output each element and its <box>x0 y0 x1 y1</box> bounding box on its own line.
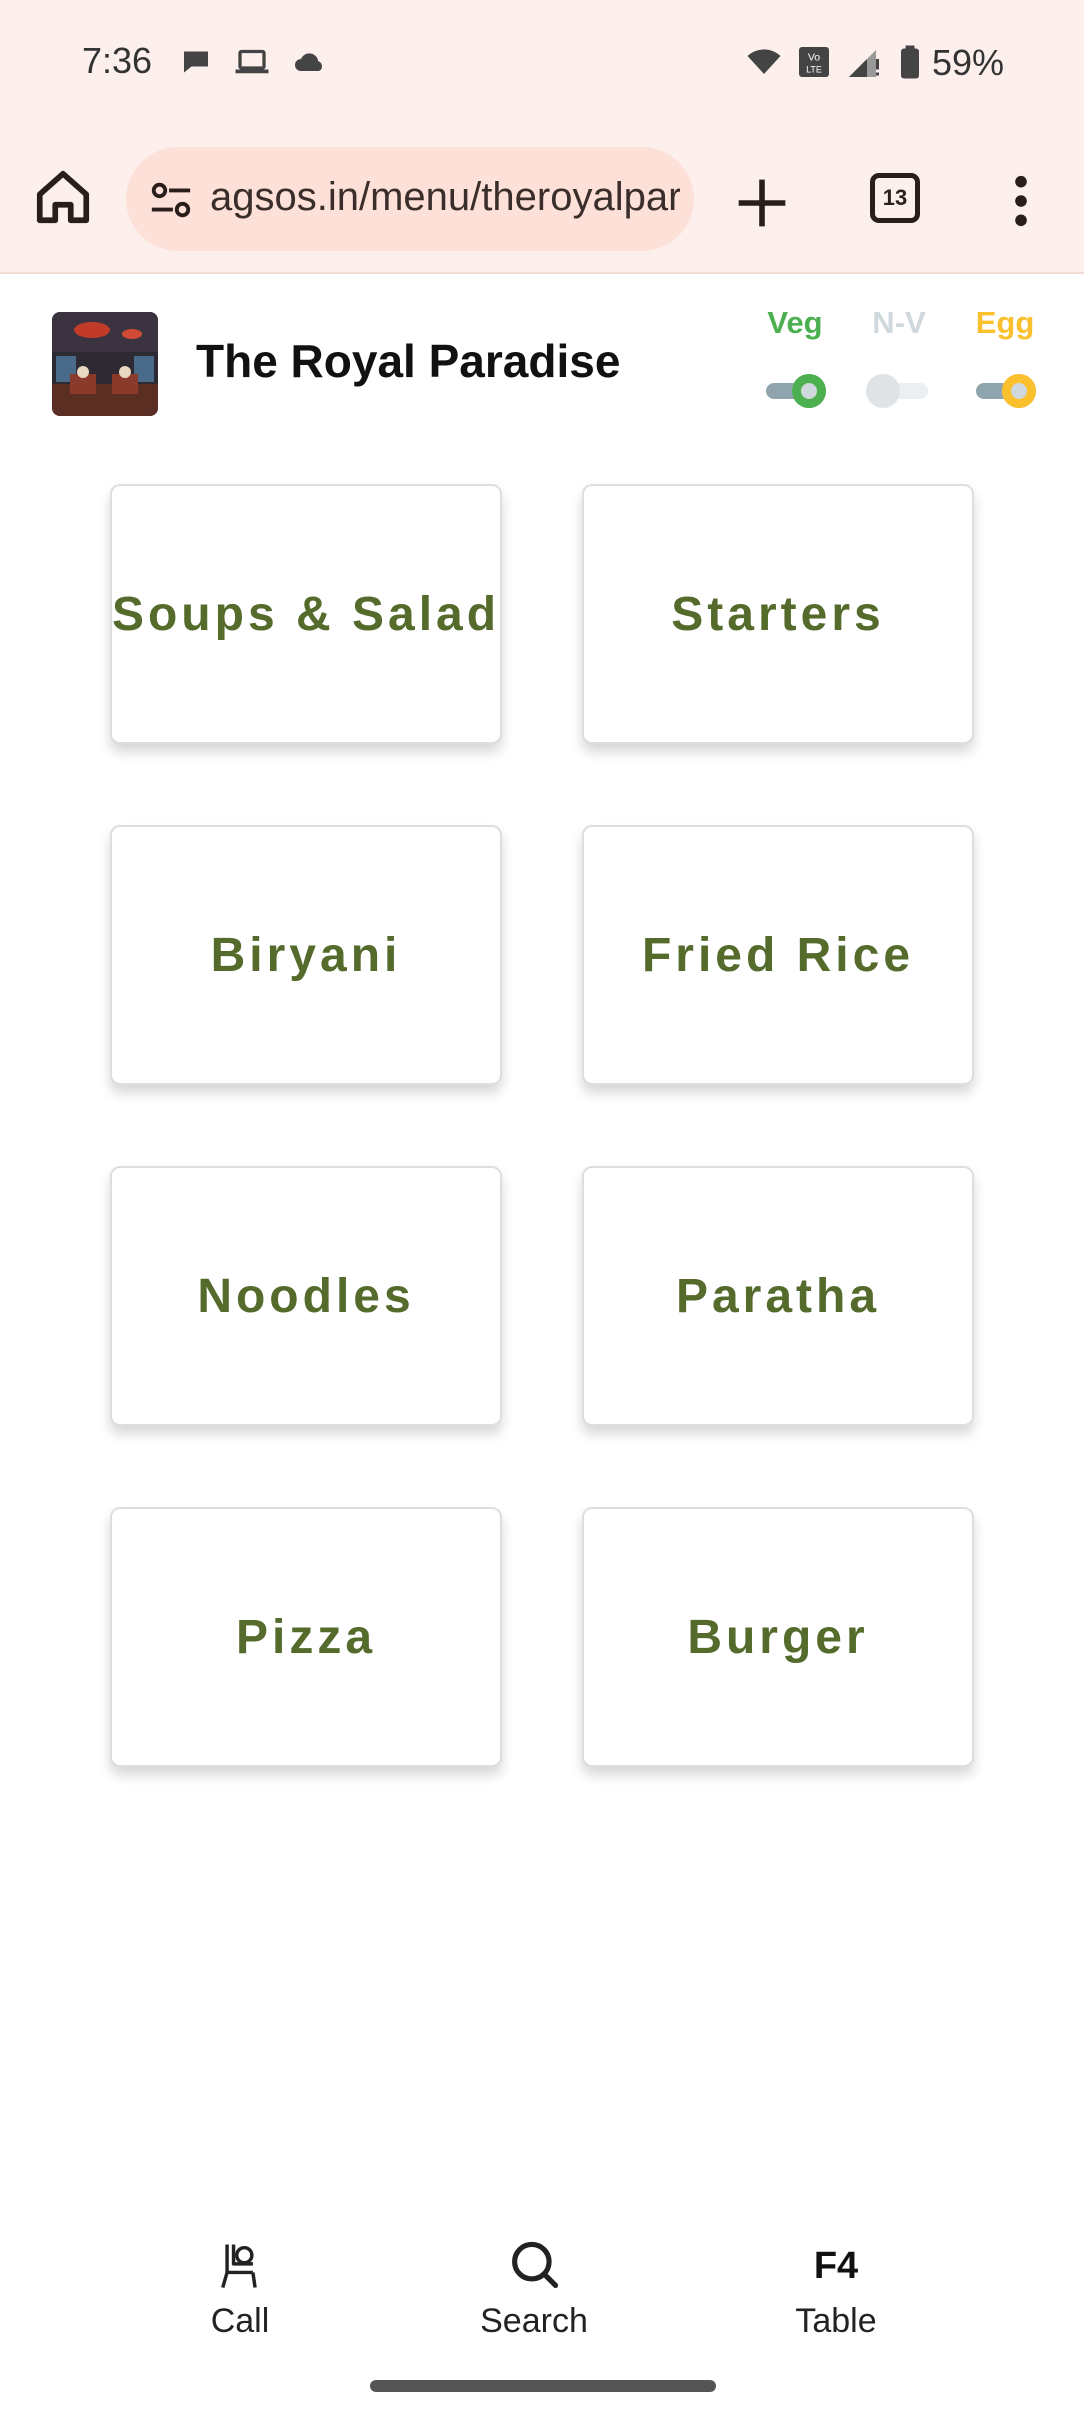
category-label: Pizza <box>235 1610 377 1664</box>
home-indicator[interactable] <box>370 2380 716 2392</box>
status-bar: 7:36 Vo LTE 59% <box>0 0 1084 124</box>
signal-icon <box>849 50 879 77</box>
filter-nonveg-toggle[interactable] <box>864 372 934 408</box>
category-burger[interactable]: Burger <box>582 1507 974 1767</box>
new-tab-icon[interactable] <box>734 175 790 231</box>
table-label: Table <box>795 2302 877 2340</box>
search-icon <box>512 2241 559 2288</box>
filter-nonveg-label: N-V <box>872 305 926 340</box>
category-label: Burger <box>687 1610 869 1664</box>
category-pizza[interactable]: Pizza <box>110 1507 502 1767</box>
search-button[interactable]: Search <box>434 2238 634 2341</box>
category-soups-salad[interactable]: Soups & Salad <box>110 484 502 744</box>
status-time: 7:36 <box>82 40 153 81</box>
svg-text:LTE: LTE <box>806 65 822 75</box>
category-label: Soups & Salad <box>111 587 501 641</box>
site-settings-icon[interactable] <box>148 177 194 223</box>
filter-egg-toggle[interactable] <box>970 372 1040 408</box>
wifi-icon <box>747 49 781 74</box>
call-label: Call <box>210 2302 270 2340</box>
table-button[interactable]: F4 Table <box>736 2238 936 2341</box>
category-label: Starters <box>671 587 885 641</box>
restaurant-logo <box>52 312 158 416</box>
filter-veg-toggle[interactable] <box>760 372 830 408</box>
category-label: Biryani <box>210 928 402 982</box>
laptop-icon <box>235 49 269 74</box>
svg-text:Vo: Vo <box>808 52 820 64</box>
restaurant-name: The Royal Paradise <box>196 335 621 387</box>
tab-switcher-button[interactable]: 13 <box>870 173 920 223</box>
volte-icon: Vo LTE <box>799 47 829 77</box>
filter-veg-label: Veg <box>767 305 823 340</box>
category-biryani[interactable]: Biryani <box>110 825 502 1085</box>
url-bar[interactable]: agsos.in/menu/theroyalparadise <box>126 147 694 251</box>
category-label: Noodles <box>197 1269 415 1323</box>
url-text[interactable]: agsos.in/menu/theroyalparadise <box>210 175 680 220</box>
category-starters[interactable]: Starters <box>582 484 974 744</box>
category-paratha[interactable]: Paratha <box>582 1166 974 1426</box>
call-button[interactable]: Call <box>140 2238 340 2341</box>
category-label: Paratha <box>675 1269 881 1323</box>
chat-bubble-icon <box>184 51 208 73</box>
cloud-icon <box>295 53 322 71</box>
search-label: Search <box>480 2302 588 2340</box>
category-fried-rice[interactable]: Fried Rice <box>582 825 974 1085</box>
home-icon[interactable] <box>32 166 94 228</box>
category-noodles[interactable]: Noodles <box>110 1166 502 1426</box>
battery-percent: 59% <box>932 42 1005 83</box>
category-label: Fried Rice <box>641 928 915 982</box>
table-code: F4 <box>813 2245 859 2287</box>
more-options-icon[interactable] <box>1000 172 1042 230</box>
call-waiter-icon <box>221 2244 257 2289</box>
battery-icon <box>901 45 919 79</box>
browser-toolbar: agsos.in/menu/theroyalparadise 13 <box>0 124 1084 274</box>
filter-egg-label: Egg <box>975 305 1035 340</box>
